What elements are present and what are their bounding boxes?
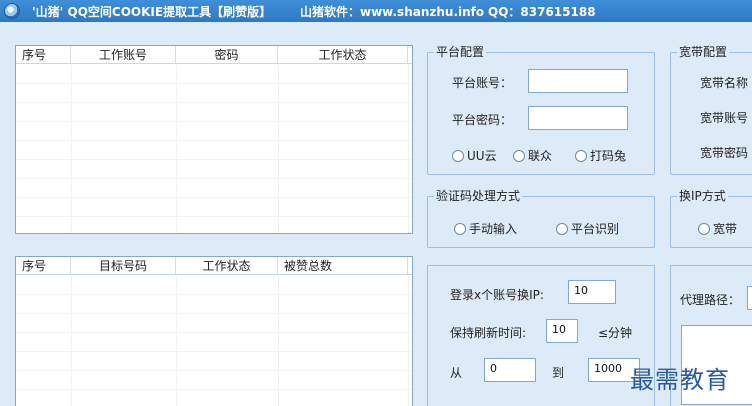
refresh-time-input[interactable]: 10 bbox=[546, 319, 578, 343]
radio-damatu[interactable]: 打码兔 bbox=[575, 147, 626, 164]
platform-account-input[interactable] bbox=[528, 69, 628, 93]
target-table-header: 序号 目标号码 工作状态 被赞总数 bbox=[16, 257, 412, 275]
radio-manual-input[interactable]: 手动输入 bbox=[454, 220, 517, 237]
broadband-account-label: 宽带账号 bbox=[700, 111, 749, 125]
broadband-name-label: 宽带名称 bbox=[700, 76, 749, 90]
column-header-work-status[interactable]: 工作状态 bbox=[176, 257, 278, 274]
vendor-website: 山猪软件：www.shanzhu.info bbox=[300, 5, 485, 19]
radio-platform-recognition[interactable]: 平台识别 bbox=[556, 220, 619, 237]
watermark-text: 最需教育 bbox=[630, 366, 730, 394]
radio-circle bbox=[556, 222, 568, 235]
app-icon bbox=[4, 3, 20, 19]
column-header-work-account[interactable]: 工作账号 bbox=[71, 46, 176, 63]
broadband-config-title: 宽带配置 bbox=[677, 45, 730, 59]
radio-circle bbox=[575, 149, 587, 162]
account-table-header: 序号 工作账号 密码 工作状态 bbox=[16, 46, 412, 64]
column-header-index[interactable]: 序号 bbox=[16, 257, 71, 274]
range-from-label: 从 bbox=[450, 366, 463, 380]
radio-lianzhong[interactable]: 联众 bbox=[513, 147, 552, 164]
broadband-password-label: 宽带密码 bbox=[700, 146, 749, 160]
platform-config-title: 平台配置 bbox=[434, 45, 487, 59]
ip-switch-group: 换IP方式 宽带 bbox=[670, 189, 752, 248]
switch-ip-count-label: 登录x个账号换IP: bbox=[450, 288, 544, 302]
radio-circle bbox=[452, 149, 464, 162]
range-from-input[interactable]: 0 bbox=[484, 358, 536, 382]
broadband-config-group: 宽带配置 宽带名称 宽带账号 宽带密码 bbox=[670, 45, 752, 175]
platform-password-input[interactable] bbox=[528, 106, 628, 130]
target-table[interactable]: 序号 目标号码 工作状态 被赞总数 bbox=[15, 256, 413, 406]
column-header-likes-total[interactable]: 被赞总数 bbox=[278, 257, 408, 274]
column-header-index[interactable]: 序号 bbox=[16, 46, 71, 63]
column-header-target-number[interactable]: 目标号码 bbox=[71, 257, 176, 274]
radio-broadband[interactable]: 宽带 bbox=[698, 220, 737, 237]
switch-ip-count-input[interactable]: 10 bbox=[568, 280, 616, 304]
account-table[interactable]: 序号 工作账号 密码 工作状态 bbox=[15, 45, 413, 234]
platform-password-label: 平台密码： bbox=[452, 113, 513, 127]
target-table-body[interactable] bbox=[16, 276, 412, 406]
radio-circle bbox=[454, 222, 466, 235]
range-to-label: 到 bbox=[552, 366, 565, 380]
radio-circle bbox=[513, 149, 525, 162]
title-bar: '山猪' QQ空间COOKIE提取工具【刷赞版】 山猪软件：www.shanzh… bbox=[0, 0, 752, 22]
captcha-method-group: 验证码处理方式 手动输入 平台识别 bbox=[427, 189, 655, 248]
captcha-method-title: 验证码处理方式 bbox=[434, 189, 523, 203]
refresh-time-label: 保持刷新时间: bbox=[450, 326, 527, 340]
proxy-path-input[interactable] bbox=[747, 286, 752, 310]
column-header-password[interactable]: 密码 bbox=[176, 46, 278, 63]
window-title: '山猪' QQ空间COOKIE提取工具【刷赞版】 bbox=[32, 5, 272, 19]
proxy-path-label: 代理路径： bbox=[680, 293, 741, 307]
radio-uu-cloud[interactable]: UU云 bbox=[452, 147, 497, 164]
radio-circle bbox=[698, 222, 710, 235]
login-settings-panel: 登录x个账号换IP: 10 保持刷新时间: 10 ≤分钟 从 0 到 1000 bbox=[427, 265, 655, 406]
column-header-work-status[interactable]: 工作状态 bbox=[278, 46, 408, 63]
vendor-qq: QQ：837615188 bbox=[488, 5, 596, 19]
platform-config-group: 平台配置 平台账号： 平台密码： UU云 联众 打码兔 bbox=[427, 45, 655, 175]
account-table-body[interactable] bbox=[16, 65, 412, 233]
refresh-time-unit: ≤分钟 bbox=[598, 326, 633, 340]
platform-account-label: 平台账号： bbox=[452, 76, 513, 90]
ip-switch-title: 换IP方式 bbox=[677, 189, 728, 203]
